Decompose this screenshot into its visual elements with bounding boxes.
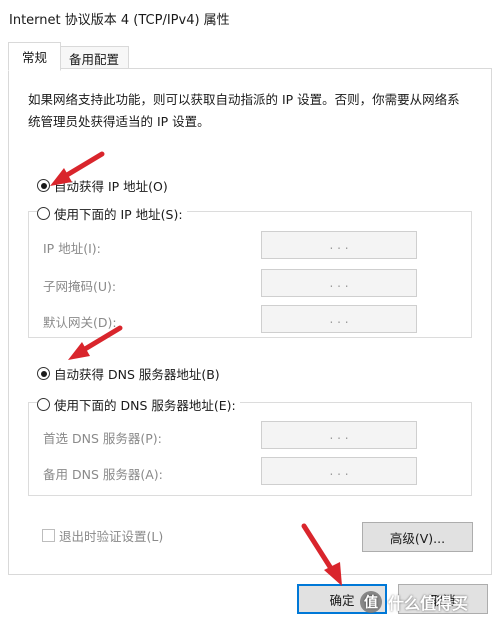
subnet-mask-label: 子网掩码(U): xyxy=(43,279,117,294)
ip-address-field[interactable]: . . . xyxy=(261,231,417,259)
ip-address-label: IP 地址(I): xyxy=(43,241,101,256)
watermark: 值 什么值得买 xyxy=(360,590,468,614)
tab-general[interactable]: 常规 xyxy=(8,42,61,71)
auto-dns-radio[interactable] xyxy=(37,367,50,380)
window-title: Internet 协议版本 4 (TCP/IPv4) 属性 xyxy=(9,13,230,28)
subnet-mask-field[interactable]: . . . xyxy=(261,269,417,297)
auto-ip-radio-row[interactable]: 自动获得 IP 地址(O) xyxy=(37,176,172,195)
validate-on-exit-row[interactable]: 退出时验证设置(L) xyxy=(42,526,163,545)
manual-dns-radio[interactable] xyxy=(37,398,50,411)
title-bar: Internet 协议版本 4 (TCP/IPv4) 属性 xyxy=(0,0,500,34)
default-gateway-field[interactable]: . . . xyxy=(261,305,417,333)
preferred-dns-label: 首选 DNS 服务器(P): xyxy=(43,431,162,446)
auto-dns-radio-row[interactable]: 自动获得 DNS 服务器地址(B) xyxy=(37,364,224,383)
manual-ip-radio[interactable] xyxy=(37,207,50,220)
alternate-dns-label: 备用 DNS 服务器(A): xyxy=(43,467,163,482)
manual-ip-label: 使用下面的 IP 地址(S): xyxy=(54,207,183,222)
auto-ip-radio[interactable] xyxy=(37,179,50,192)
watermark-logo-icon: 值 xyxy=(360,591,382,613)
auto-dns-label: 自动获得 DNS 服务器地址(B) xyxy=(54,367,220,382)
tab-alternate-configuration[interactable]: 备用配置 xyxy=(59,46,129,70)
description-text: 如果网络支持此功能，则可以获取自动指派的 IP 设置。否则，你需要从网络系统管理… xyxy=(28,92,460,129)
manual-dns-radio-row[interactable]: 使用下面的 DNS 服务器地址(E): xyxy=(37,395,240,414)
advanced-button[interactable]: 高级(V)... xyxy=(362,522,473,552)
default-gateway-label: 默认网关(D): xyxy=(43,315,117,330)
manual-ip-radio-row[interactable]: 使用下面的 IP 地址(S): xyxy=(37,204,187,223)
auto-ip-label: 自动获得 IP 地址(O) xyxy=(54,179,168,194)
watermark-text: 什么值得买 xyxy=(388,594,469,613)
manual-dns-label: 使用下面的 DNS 服务器地址(E): xyxy=(54,398,236,413)
validate-on-exit-checkbox[interactable] xyxy=(42,529,55,542)
validate-on-exit-label: 退出时验证设置(L) xyxy=(59,529,164,544)
preferred-dns-field[interactable]: . . . xyxy=(261,421,417,449)
alternate-dns-field[interactable]: . . . xyxy=(261,457,417,485)
